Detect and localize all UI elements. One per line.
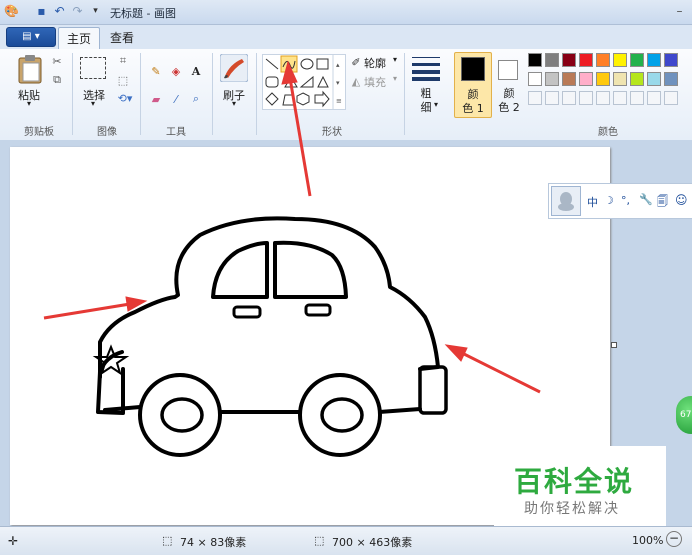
- status-bar: ✛ ⬚ 74 × 83像素 ⬚ 700 × 463像素 100% −: [0, 526, 692, 555]
- clipboard-icon[interactable]: 🗐: [657, 193, 668, 212]
- cursor-position-icon: ✛: [8, 534, 19, 548]
- floating-badge[interactable]: 67: [676, 396, 692, 434]
- moon-icon[interactable]: ☽: [604, 194, 614, 207]
- watermark: 百科全说 助你轻松解决: [494, 446, 666, 526]
- canvas-size-icon: ⬚: [314, 534, 325, 547]
- watermark-subtitle: 助你轻松解决: [524, 501, 620, 517]
- qq-float-toolbar: 中 ☽ °, 🔧 🗐 ☺: [548, 183, 692, 219]
- selection-size-icon: ⬚: [162, 534, 173, 547]
- input-mode-icon[interactable]: 中: [587, 194, 598, 210]
- zoom-level: 100%: [632, 534, 664, 547]
- zoom-out-icon[interactable]: −: [666, 531, 682, 547]
- emoji-icon[interactable]: ☺: [675, 193, 688, 207]
- watermark-title: 百科全说: [514, 465, 635, 498]
- canvas-size: 700 × 463像素: [332, 536, 413, 549]
- wrench-icon[interactable]: 🔧: [639, 193, 653, 206]
- qq-avatar[interactable]: [551, 186, 581, 216]
- punctuation-icon[interactable]: °,: [621, 194, 630, 207]
- selection-size: 74 × 83像素: [180, 536, 247, 549]
